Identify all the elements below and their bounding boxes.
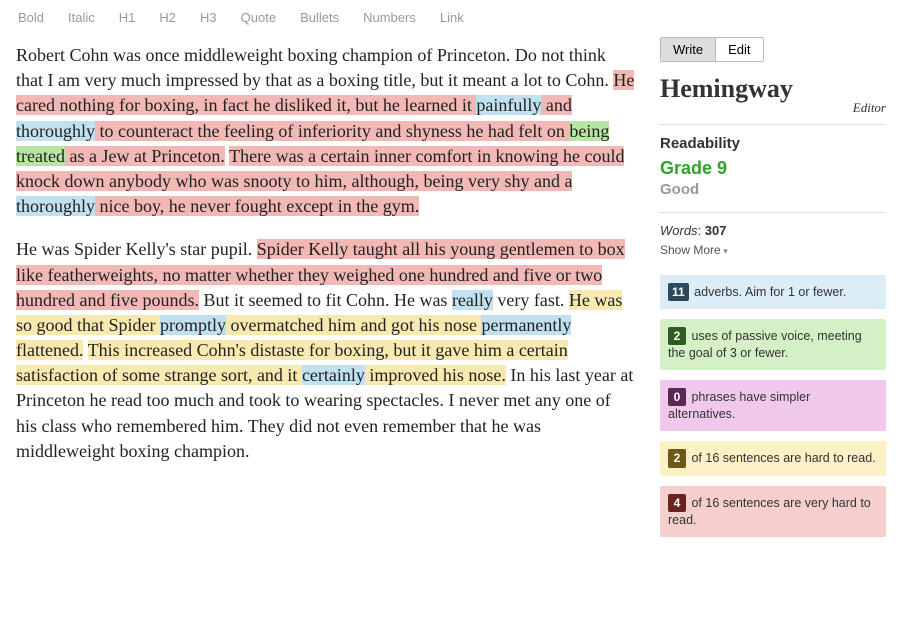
numbers-button[interactable]: Numbers bbox=[363, 10, 416, 25]
highlight-adverb: painfully bbox=[476, 95, 541, 115]
highlight-adverb: certainly bbox=[302, 365, 365, 385]
paragraph[interactable]: He was Spider Kelly's star pupil. Spider… bbox=[16, 237, 636, 464]
highlight-adverb: promptly bbox=[160, 315, 226, 335]
show-more-button[interactable]: Show More bbox=[660, 243, 728, 257]
stat-very-hard: 4 of 16 sentences are very hard to read. bbox=[660, 486, 886, 537]
readability-desc: Good bbox=[660, 181, 886, 198]
editor-pane[interactable]: Robert Cohn was once middleweight boxing… bbox=[0, 33, 660, 618]
mode-toggle: Write Edit bbox=[660, 37, 764, 62]
text-plain: Robert Cohn was once middleweight boxing… bbox=[16, 45, 613, 90]
bold-button[interactable]: Bold bbox=[18, 10, 44, 25]
word-count-value: 307 bbox=[705, 223, 727, 238]
stat-count: 2 bbox=[668, 327, 686, 345]
stat-text: adverbs. Aim for 1 or fewer. bbox=[691, 285, 847, 299]
stat-count: 4 bbox=[668, 494, 686, 512]
link-button[interactable]: Link bbox=[440, 10, 464, 25]
stat-text: of 16 sentences are hard to read. bbox=[688, 451, 876, 465]
stat-text: phrases have simpler alternatives. bbox=[668, 390, 810, 421]
paragraph[interactable]: Robert Cohn was once middleweight boxing… bbox=[16, 43, 636, 219]
readability-label: Readability bbox=[660, 135, 886, 152]
highlight-hard: This increased Cohn's distaste for boxin… bbox=[16, 340, 568, 385]
h2-button[interactable]: H2 bbox=[159, 10, 176, 25]
sidebar: Write Edit Hemingway Editor Readability … bbox=[660, 33, 900, 618]
edit-mode-button[interactable]: Edit bbox=[715, 38, 762, 61]
bullets-button[interactable]: Bullets bbox=[300, 10, 339, 25]
stat-hard: 2 of 16 sentences are hard to read. bbox=[660, 441, 886, 475]
highlight-adverb: thoroughly bbox=[16, 196, 95, 216]
h1-button[interactable]: H1 bbox=[119, 10, 136, 25]
highlight-adverb: thoroughly bbox=[16, 121, 95, 141]
highlight-adverb: really bbox=[452, 290, 493, 310]
divider bbox=[660, 212, 886, 213]
logo-title: Hemingway bbox=[660, 76, 886, 102]
stat-text: uses of passive voice, meeting the goal … bbox=[668, 329, 862, 360]
word-count: Words: 307 bbox=[660, 223, 886, 238]
h3-button[interactable]: H3 bbox=[200, 10, 217, 25]
stat-text: of 16 sentences are very hard to read. bbox=[668, 496, 871, 527]
stat-adverbs: 11 adverbs. Aim for 1 or fewer. bbox=[660, 275, 886, 309]
stat-count: 11 bbox=[668, 283, 689, 301]
word-count-label: Words bbox=[660, 223, 698, 238]
divider bbox=[660, 124, 886, 125]
write-mode-button[interactable]: Write bbox=[661, 38, 715, 61]
text-plain: He was Spider Kelly's star pupil. bbox=[16, 239, 257, 259]
stat-count: 2 bbox=[668, 449, 686, 467]
quote-button[interactable]: Quote bbox=[241, 10, 276, 25]
readability-grade: Grade 9 bbox=[660, 158, 886, 179]
italic-button[interactable]: Italic bbox=[68, 10, 95, 25]
stat-count: 0 bbox=[668, 388, 686, 406]
formatting-toolbar: Bold Italic H1 H2 H3 Quote Bullets Numbe… bbox=[0, 0, 900, 33]
stat-passive: 2 uses of passive voice, meeting the goa… bbox=[660, 319, 886, 370]
stat-complex: 0 phrases have simpler alternatives. bbox=[660, 380, 886, 431]
highlight-adverb: permanently bbox=[481, 315, 571, 335]
